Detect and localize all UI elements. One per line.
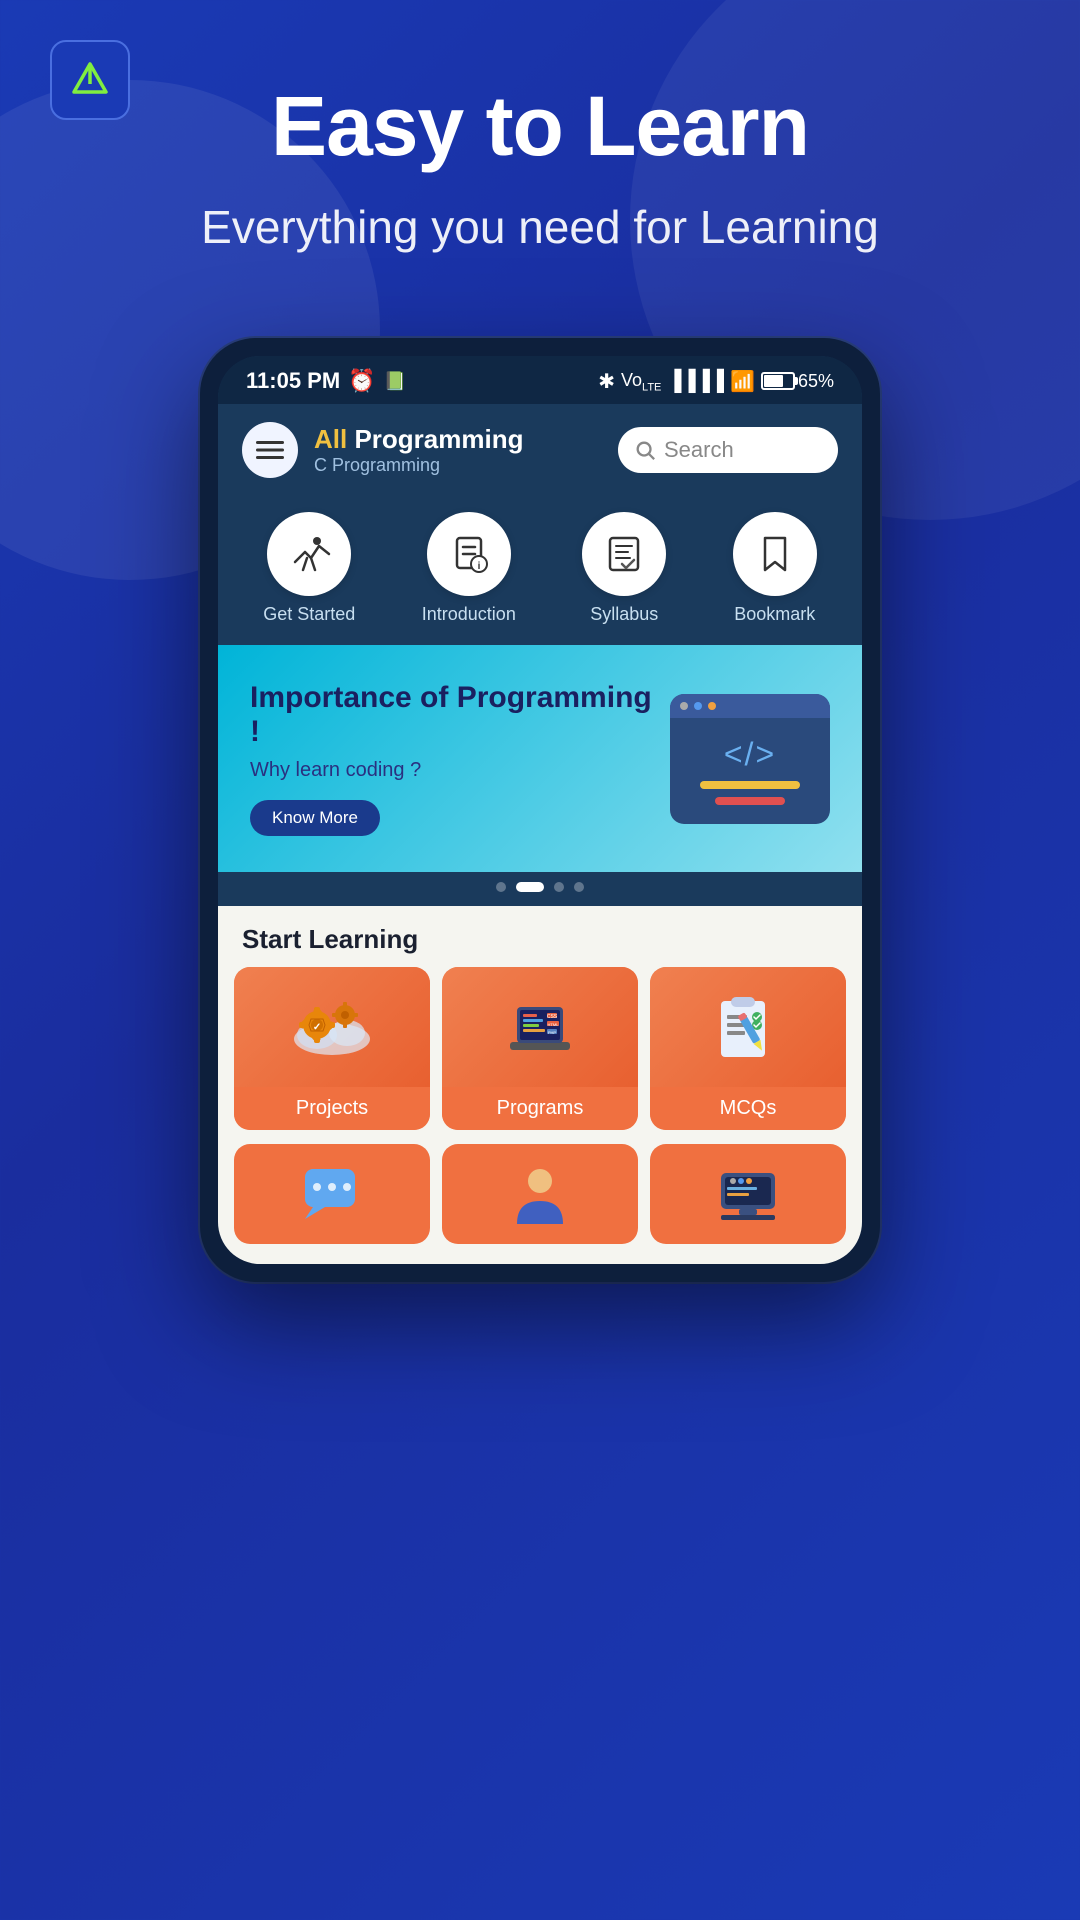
code-line-2 [715, 797, 785, 805]
bottom-card-3[interactable] [650, 1144, 846, 1244]
mcqs-card-label: MCQs [650, 1087, 846, 1130]
nav-icons-row: Get Started i Introduction [218, 496, 862, 645]
nav-syllabus[interactable]: Syllabus [582, 512, 666, 625]
nav-syllabus-label: Syllabus [590, 604, 658, 625]
programs-card-label: Programs [442, 1087, 638, 1130]
nav-introduction[interactable]: i Introduction [422, 512, 516, 625]
projects-card-image: ✓ [234, 967, 430, 1087]
mcqs-card[interactable]: MCQs [650, 967, 846, 1130]
bookmark-icon-circle [733, 512, 817, 596]
hero-title: Easy to Learn [40, 80, 1040, 172]
dot-1 [496, 882, 506, 892]
battery-indicator: 65% [761, 371, 834, 392]
alarm-icon: ⏰ [348, 368, 375, 394]
bottom-card-2[interactable] [442, 1144, 638, 1244]
laptop-illustration: CSS HTML PHP [495, 987, 585, 1067]
banner-title: Importance of Programming ! [250, 681, 670, 749]
programs-card-image: CSS HTML PHP [442, 967, 638, 1087]
svg-text:HTML: HTML [548, 1022, 560, 1027]
person-illustration [505, 1159, 575, 1229]
introduction-icon-circle: i [427, 512, 511, 596]
nav-bookmark-label: Bookmark [734, 604, 815, 625]
bottom-card-1[interactable] [234, 1144, 430, 1244]
nav-introduction-label: Introduction [422, 604, 516, 625]
code-brackets: </> [724, 736, 776, 773]
menu-button[interactable] [242, 422, 298, 478]
status-icons: ✱ VoLTE ▐▐▐▐ 📶 65% [598, 369, 834, 394]
banner-subtitle: Why learn coding ? [250, 759, 670, 782]
nav-get-started[interactable]: Get Started [263, 512, 355, 625]
phone-inner: 11:05 PM ⏰ 📗 ✱ VoLTE ▐▐▐▐ 📶 65% [218, 356, 862, 1264]
bluetooth-icon: ✱ [598, 369, 615, 394]
app-header: All Programming C Programming Search [218, 404, 862, 496]
search-placeholder: Search [664, 437, 734, 463]
nav-bookmark[interactable]: Bookmark [733, 512, 817, 625]
hero-subtitle: Everything you need for Learning [40, 196, 1040, 258]
mcq-illustration [703, 987, 793, 1067]
mcqs-card-image [650, 967, 846, 1087]
syllabus-icon [602, 532, 646, 576]
title-all: All [314, 424, 347, 454]
bookmark-icon [753, 532, 797, 576]
chat-illustration [297, 1159, 367, 1229]
app-icon-small: 📗 [384, 371, 406, 392]
title-rest: Programming [347, 424, 523, 454]
projects-card-label: Projects [234, 1087, 430, 1130]
dot-4 [574, 882, 584, 892]
signal-icon: VoLTE [621, 370, 661, 394]
intro-icon: i [447, 532, 491, 576]
phone-mockup: 11:05 PM ⏰ 📗 ✱ VoLTE ▐▐▐▐ 📶 65% [0, 338, 1080, 1282]
svg-text:✓: ✓ [313, 1022, 321, 1033]
know-more-button[interactable]: Know More [250, 800, 380, 836]
banner-dots-indicator [218, 872, 862, 906]
running-icon [287, 532, 331, 576]
signal-bars-icon: ▐▐▐▐ [667, 370, 724, 393]
search-bar[interactable]: Search [618, 427, 838, 473]
status-time: 11:05 PM ⏰ 📗 [246, 368, 406, 394]
learning-cards-grid: ✓ Pr [218, 967, 862, 1144]
get-started-icon-circle [267, 512, 351, 596]
programs-card[interactable]: CSS HTML PHP Programs [442, 967, 638, 1130]
syllabus-icon-circle [582, 512, 666, 596]
svg-text:CSS: CSS [547, 1014, 558, 1020]
svg-text:PHP: PHP [548, 1030, 557, 1035]
code-line-1 [700, 781, 800, 789]
banner-image: </> [670, 694, 830, 824]
status-bar: 11:05 PM ⏰ 📗 ✱ VoLTE ▐▐▐▐ 📶 65% [218, 356, 862, 404]
gears-illustration: ✓ [287, 987, 377, 1067]
bottom-cards-row [218, 1144, 862, 1264]
dot-orange [708, 702, 716, 710]
svg-text:i: i [477, 561, 480, 572]
dot-2-active [516, 882, 544, 892]
wifi-icon: 📶 [730, 369, 755, 394]
screen-illustration [713, 1159, 783, 1229]
nav-get-started-label: Get Started [263, 604, 355, 625]
phone-outer: 11:05 PM ⏰ 📗 ✱ VoLTE ▐▐▐▐ 📶 65% [200, 338, 880, 1282]
app-logo [50, 40, 130, 120]
dot-blue [694, 702, 702, 710]
dot-3 [554, 882, 564, 892]
promo-banner: Importance of Programming ! Why learn co… [218, 645, 862, 872]
banner-text: Importance of Programming ! Why learn co… [250, 681, 670, 836]
search-icon [634, 439, 656, 461]
dot-gray [680, 702, 688, 710]
app-title: All Programming [314, 425, 602, 454]
page-header: Easy to Learn Everything you need for Le… [0, 0, 1080, 298]
app-subtitle: C Programming [314, 455, 602, 476]
start-learning-title: Start Learning [218, 906, 862, 967]
code-window-illustration: </> [670, 694, 830, 824]
projects-card[interactable]: ✓ Pr [234, 967, 430, 1130]
app-title-block: All Programming C Programming [314, 425, 602, 477]
